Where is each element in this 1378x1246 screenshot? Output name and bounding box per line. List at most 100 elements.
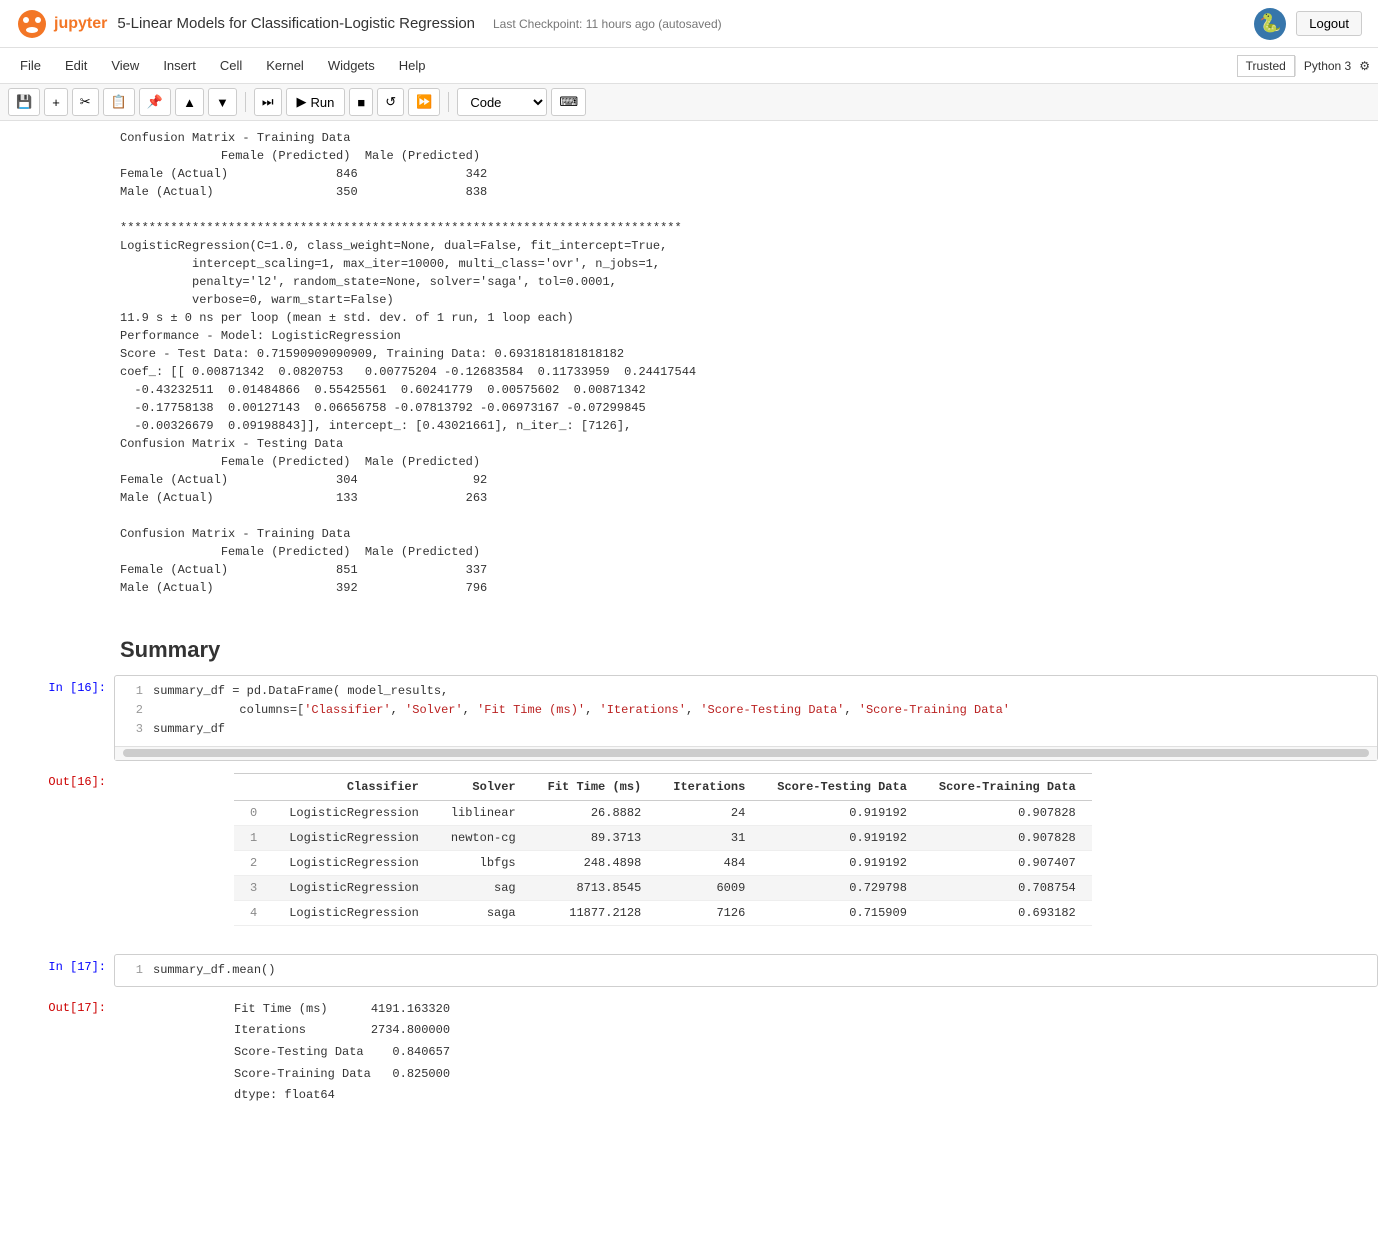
cell-out17-prompt: Out[17]:	[4, 995, 114, 1111]
menu-view[interactable]: View	[99, 52, 151, 79]
restart-run-button[interactable]: ⏩	[408, 88, 440, 116]
menu-insert[interactable]: Insert	[151, 52, 208, 79]
table-cell: 24	[657, 800, 761, 825]
table-cell: newton-cg	[435, 825, 532, 850]
code-cell-in16[interactable]: 1 summary_df = pd.DataFrame( model_resul…	[114, 675, 1378, 761]
cell-in16-prompt: In [16]:	[4, 675, 114, 761]
header-title: 5-Linear Models for Classification-Logis…	[117, 15, 475, 32]
code-text-2: columns=['Classifier', 'Solver', 'Fit Ti…	[153, 701, 1010, 720]
stop-button[interactable]: ■	[349, 88, 373, 116]
table-cell: 0.708754	[923, 875, 1092, 900]
code-lines-in17: 1 summary_df.mean()	[115, 955, 1377, 986]
trusted-badge: Trusted	[1237, 55, 1295, 77]
table-body: 0LogisticRegressionliblinear26.8882240.9…	[234, 800, 1092, 925]
move-up-button[interactable]: ▲	[175, 88, 204, 116]
cell-in16: In [16]: 1 summary_df = pd.DataFrame( mo…	[0, 671, 1378, 765]
save-button[interactable]: 💾	[8, 88, 40, 116]
cell-out17-content: Fit Time (ms) 4191.163320 Iterations 273…	[114, 995, 1378, 1111]
code-cell-in17[interactable]: 1 summary_df.mean()	[114, 954, 1378, 987]
menu-edit[interactable]: Edit	[53, 52, 99, 79]
toolbar-sep-1	[245, 92, 246, 112]
df-table-wrapper: Classifier Solver Fit Time (ms) Iteratio…	[114, 769, 1378, 930]
table-cell: 89.3713	[532, 825, 658, 850]
col-header-solver: Solver	[435, 773, 532, 800]
code-line-1: 1 summary_df = pd.DataFrame( model_resul…	[115, 682, 1377, 701]
table-cell: 0.715909	[761, 900, 923, 925]
header: jupyter 5-Linear Models for Classificati…	[0, 0, 1378, 48]
cut-button[interactable]: ✂	[72, 88, 99, 116]
table-cell: LogisticRegression	[273, 850, 435, 875]
code-line-17-1: 1 summary_df.mean()	[115, 961, 1377, 980]
toolbar-sep-2	[448, 92, 449, 112]
menu-file[interactable]: File	[8, 52, 53, 79]
menu-help[interactable]: Help	[387, 52, 438, 79]
add-cell-button[interactable]: +	[44, 88, 68, 116]
restart-button[interactable]: ↺	[377, 88, 404, 116]
cell-out16-prompt: Out[16]:	[4, 769, 114, 930]
table-cell: 248.4898	[532, 850, 658, 875]
logout-button[interactable]: Logout	[1296, 11, 1362, 36]
col-header-iterations: Iterations	[657, 773, 761, 800]
table-cell: 0.919192	[761, 800, 923, 825]
cell-out16-content: Classifier Solver Fit Time (ms) Iteratio…	[114, 769, 1378, 930]
cell-in16-content[interactable]: 1 summary_df = pd.DataFrame( model_resul…	[114, 675, 1378, 761]
paste-button[interactable]: 📌	[139, 88, 171, 116]
table-cell: 0.729798	[761, 875, 923, 900]
table-cell: 6009	[657, 875, 761, 900]
code-lines-in16: 1 summary_df = pd.DataFrame( model_resul…	[115, 676, 1377, 746]
kernel-info: Python 3	[1295, 56, 1359, 76]
menu-widgets[interactable]: Widgets	[316, 52, 387, 79]
cell-in17-content[interactable]: 1 summary_df.mean()	[114, 954, 1378, 987]
summary-heading: Summary	[120, 637, 1362, 663]
jupyter-label: jupyter	[54, 15, 107, 33]
table-row: 3LogisticRegressionsag8713.854560090.729…	[234, 875, 1092, 900]
copy-button[interactable]: 📋	[103, 88, 135, 116]
table-cell: saga	[435, 900, 532, 925]
table-cell-index: 2	[234, 850, 273, 875]
run-button[interactable]: ▶ Run	[286, 88, 346, 116]
dataframe-table: Classifier Solver Fit Time (ms) Iteratio…	[234, 773, 1092, 926]
header-right: 🐍 Logout	[1254, 8, 1362, 40]
table-cell: sag	[435, 875, 532, 900]
table-row: 0LogisticRegressionliblinear26.8882240.9…	[234, 800, 1092, 825]
horizontal-scrollbar[interactable]	[123, 749, 1369, 757]
mean-output: Fit Time (ms) 4191.163320 Iterations 273…	[114, 995, 1378, 1111]
toolbar: 💾 + ✂ 📋 📌 ▲ ▼ ⏭ ▶ Run ■ ↺ ⏩ Code ⌨	[0, 84, 1378, 121]
cell-out17: Out[17]: Fit Time (ms) 4191.163320 Itera…	[0, 991, 1378, 1115]
menu-kernel[interactable]: Kernel	[254, 52, 316, 79]
table-cell: 0.693182	[923, 900, 1092, 925]
table-cell: 26.8882	[532, 800, 658, 825]
move-down-button[interactable]: ▼	[208, 88, 237, 116]
table-row: 4LogisticRegressionsaga11877.212871260.7…	[234, 900, 1092, 925]
line-num-17-1: 1	[123, 961, 143, 980]
table-cell: 0.919192	[761, 850, 923, 875]
table-cell: 11877.2128	[532, 900, 658, 925]
run-label: Run	[311, 95, 335, 110]
table-cell: 7126	[657, 900, 761, 925]
table-cell-index: 3	[234, 875, 273, 900]
scroll-bar-area[interactable]	[115, 746, 1377, 760]
menubar: File Edit View Insert Cell Kernel Widget…	[0, 48, 1378, 84]
line-num-1: 1	[123, 682, 143, 701]
table-header-row: Classifier Solver Fit Time (ms) Iteratio…	[234, 773, 1092, 800]
header-left: jupyter 5-Linear Models for Classificati…	[16, 8, 722, 40]
kernel-circle-icon: ⚙	[1359, 59, 1370, 73]
table-cell: LogisticRegression	[273, 875, 435, 900]
code-line-3: 3 summary_df	[115, 720, 1377, 739]
python-icon: 🐍	[1254, 8, 1286, 40]
table-cell: 0.907828	[923, 825, 1092, 850]
col-header-score-testing: Score-Testing Data	[761, 773, 923, 800]
code-text-1: summary_df = pd.DataFrame( model_results…	[153, 682, 448, 701]
table-row: 1LogisticRegressionnewton-cg89.3713310.9…	[234, 825, 1092, 850]
line-num-3: 3	[123, 720, 143, 739]
summary-section: Summary	[0, 621, 1378, 671]
col-header-fit-time: Fit Time (ms)	[532, 773, 658, 800]
cell-type-select[interactable]: Code	[457, 88, 547, 116]
code-text-3: summary_df	[153, 720, 225, 739]
run-icon: ▶	[297, 94, 307, 110]
header-checkpoint: Last Checkpoint: 11 hours ago (autosaved…	[493, 17, 722, 31]
col-header-classifier: Classifier	[273, 773, 435, 800]
fast-forward-button[interactable]: ⏭	[254, 88, 282, 116]
menu-cell[interactable]: Cell	[208, 52, 254, 79]
keyboard-shortcut-button[interactable]: ⌨	[551, 88, 586, 116]
